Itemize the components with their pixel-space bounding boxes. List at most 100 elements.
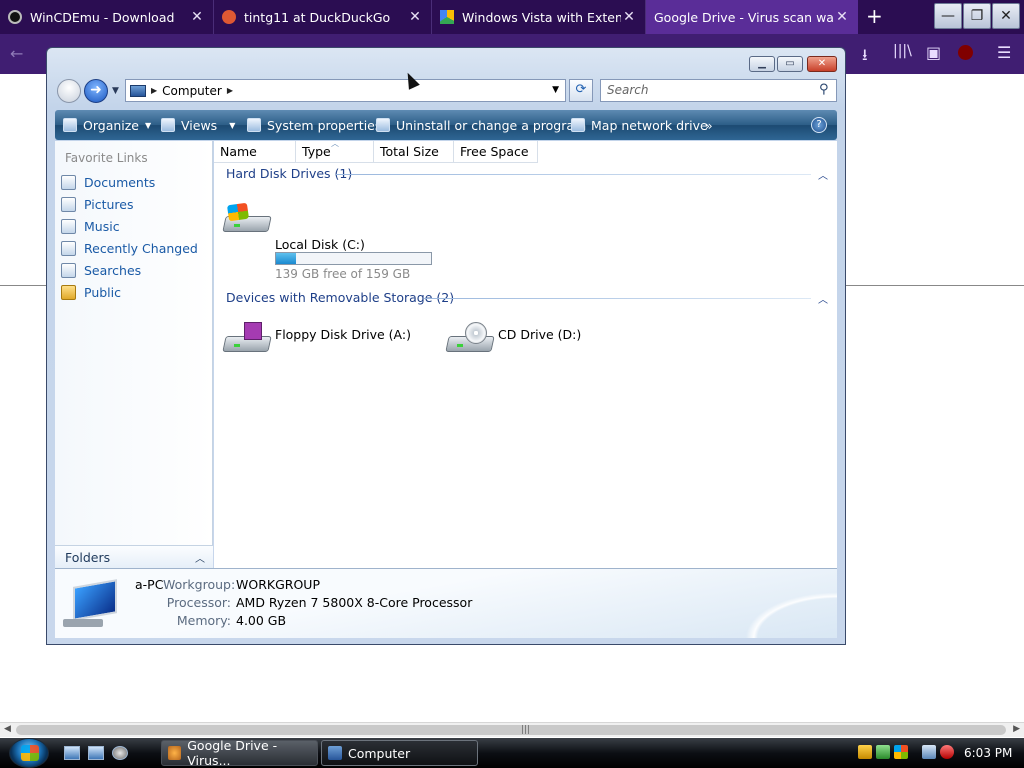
- map-drive-label: Map network drive: [591, 117, 708, 133]
- quick-launch-app-icon[interactable]: [112, 746, 128, 760]
- new-tab-button[interactable]: +: [866, 6, 883, 26]
- back-icon[interactable]: ←: [10, 44, 23, 63]
- chevron-up-icon: ︿: [195, 554, 205, 565]
- floppy-drive-icon[interactable]: [222, 322, 272, 352]
- group-hard-disk-drives[interactable]: Hard Disk Drives (1): [226, 166, 352, 181]
- local-disk-name[interactable]: Local Disk (C:): [275, 237, 365, 252]
- sidebar-icon[interactable]: ▣: [926, 43, 941, 62]
- decorative-swoosh: [697, 568, 837, 638]
- map-network-drive-button[interactable]: Map network drive: [571, 110, 708, 140]
- system-properties-button[interactable]: System properties: [247, 110, 381, 140]
- menu-icon[interactable]: ☰: [997, 43, 1011, 62]
- pictures-icon: [61, 196, 76, 212]
- window-close-button[interactable]: ✕: [807, 56, 837, 72]
- download-icon[interactable]: ⭳: [862, 44, 868, 71]
- windows-update-icon[interactable]: [894, 745, 908, 759]
- cd-drive-name[interactable]: CD Drive (D:): [498, 327, 581, 342]
- help-icon[interactable]: ?: [811, 117, 827, 133]
- wincdemu-favicon-icon: [8, 10, 22, 24]
- taskbar-button-computer[interactable]: Computer: [321, 740, 478, 766]
- taskbar-button-google-drive[interactable]: Google Drive - Virus...: [161, 738, 318, 768]
- system-properties-icon: [247, 118, 261, 132]
- sidebar-item-documents[interactable]: Documents: [61, 172, 155, 192]
- memory-value: 4.00 GB: [236, 613, 287, 628]
- browser-restore-button[interactable]: ❐: [963, 3, 991, 29]
- sidebar-item-label: Recently Changed: [84, 240, 198, 256]
- browser-minimize-button[interactable]: —: [934, 3, 962, 29]
- group-divider: [424, 298, 811, 299]
- start-button[interactable]: [9, 738, 49, 768]
- network-drive-icon: [571, 118, 585, 132]
- column-header-free-space[interactable]: Free Space: [454, 141, 538, 163]
- library-icon[interactable]: |||\: [893, 43, 912, 59]
- sidebar-item-label: Public: [84, 284, 121, 300]
- organize-button[interactable]: Organize ▼: [63, 110, 151, 140]
- more-commands-button[interactable]: »: [705, 110, 713, 140]
- folders-toggle[interactable]: Folders ︿: [55, 545, 213, 569]
- scroll-right-icon[interactable]: ▶: [1013, 724, 1020, 734]
- back-button[interactable]: [57, 79, 81, 103]
- uninstall-program-button[interactable]: Uninstall or change a program: [376, 110, 586, 140]
- close-tab-icon[interactable]: ✕: [621, 9, 637, 25]
- collapse-group-icon[interactable]: ︿: [818, 291, 828, 306]
- ublock-icon[interactable]: [958, 45, 973, 60]
- navigation-pane: Favorite Links Documents Pictures Music …: [55, 141, 213, 568]
- views-button[interactable]: Views ▼: [161, 110, 235, 140]
- browser-tab-windows-vista[interactable]: Windows Vista with Extended ✕: [432, 0, 646, 34]
- address-bar[interactable]: ▶ Computer ▶ ▼: [125, 79, 566, 102]
- cd-drive-icon[interactable]: [445, 322, 495, 352]
- close-tab-icon[interactable]: ✕: [189, 9, 205, 25]
- search-input[interactable]: Search: [600, 79, 837, 102]
- sidebar-item-label: Documents: [84, 174, 156, 190]
- details-pane: a-PC Workgroup: WORKGROUP Processor: AMD…: [55, 568, 837, 638]
- window-maximize-button[interactable]: ▭: [777, 56, 803, 72]
- network-icon[interactable]: [876, 745, 890, 759]
- sidebar-item-recently-changed[interactable]: Recently Changed: [61, 238, 198, 258]
- group-removable-storage[interactable]: Devices with Removable Storage (2): [226, 290, 454, 305]
- sidebar-item-searches[interactable]: Searches: [61, 260, 141, 280]
- disk-free-text: 139 GB free of 159 GB: [275, 267, 411, 281]
- collapse-group-icon[interactable]: ︿: [818, 167, 828, 182]
- explorer-window: ▁ ▭ ✕ ➜ ▼ ▶ Computer ▶ ▼ ⟳ Search ⚲ Orga…: [46, 47, 846, 645]
- duckduckgo-favicon-icon: [222, 10, 236, 24]
- breadcrumb-arrow-icon[interactable]: ▶: [227, 86, 233, 95]
- breadcrumb-computer[interactable]: Computer: [162, 84, 222, 98]
- folders-label: Folders: [65, 550, 111, 565]
- refresh-button[interactable]: ⟳: [569, 79, 593, 102]
- column-header-name[interactable]: Name: [214, 141, 296, 163]
- security-shield-icon[interactable]: [858, 745, 872, 759]
- horizontal-scrollbar[interactable]: ◀ ||| ▶: [0, 722, 1024, 737]
- browser-close-button[interactable]: ✕: [992, 3, 1020, 29]
- organize-label: Organize: [83, 117, 139, 133]
- browser-tab-strip: WinCDEmu - Download ✕ tintg11 at DuckDuc…: [0, 0, 1024, 34]
- volume-muted-icon[interactable]: [940, 745, 954, 759]
- file-list-pane: Name Type ︿ Total Size Free Space Hard D…: [214, 139, 837, 568]
- search-icon[interactable]: ⚲: [819, 82, 840, 97]
- address-dropdown-icon[interactable]: ▼: [552, 85, 559, 95]
- taskbar-clock[interactable]: 6:03 PM: [964, 746, 1012, 760]
- scrollbar-thumb[interactable]: |||: [16, 725, 1006, 735]
- column-header-total-size[interactable]: Total Size: [374, 141, 454, 163]
- processor-label: Processor:: [166, 595, 231, 610]
- close-tab-icon[interactable]: ✕: [407, 9, 423, 25]
- browser-tab-duckduckgo[interactable]: tintg11 at DuckDuckGo ✕: [214, 0, 432, 34]
- recently-changed-icon: [61, 240, 76, 256]
- tab-title: Google Drive - Virus scan warning: [654, 9, 834, 25]
- browser-tab-google-drive-active[interactable]: Google Drive - Virus scan warning ✕: [646, 0, 858, 34]
- switch-windows-icon[interactable]: [88, 746, 104, 760]
- browser-tab-wincdemu[interactable]: WinCDEmu - Download ✕: [0, 0, 214, 34]
- display-icon[interactable]: [922, 745, 936, 759]
- close-tab-icon[interactable]: ✕: [834, 9, 850, 25]
- sidebar-item-music[interactable]: Music: [61, 216, 120, 236]
- forward-button[interactable]: ➜: [84, 79, 108, 103]
- sidebar-item-pictures[interactable]: Pictures: [61, 194, 134, 214]
- window-minimize-button[interactable]: ▁: [749, 56, 775, 72]
- floppy-drive-name[interactable]: Floppy Disk Drive (A:): [275, 327, 411, 342]
- recent-pages-dropdown-icon[interactable]: ▼: [112, 86, 119, 96]
- local-disk-icon[interactable]: [222, 202, 272, 232]
- scroll-left-icon[interactable]: ◀: [4, 724, 11, 734]
- show-desktop-icon[interactable]: [64, 746, 80, 760]
- music-icon: [61, 218, 76, 234]
- breadcrumb-arrow-icon[interactable]: ▶: [151, 86, 157, 95]
- sidebar-item-public[interactable]: Public: [61, 282, 121, 302]
